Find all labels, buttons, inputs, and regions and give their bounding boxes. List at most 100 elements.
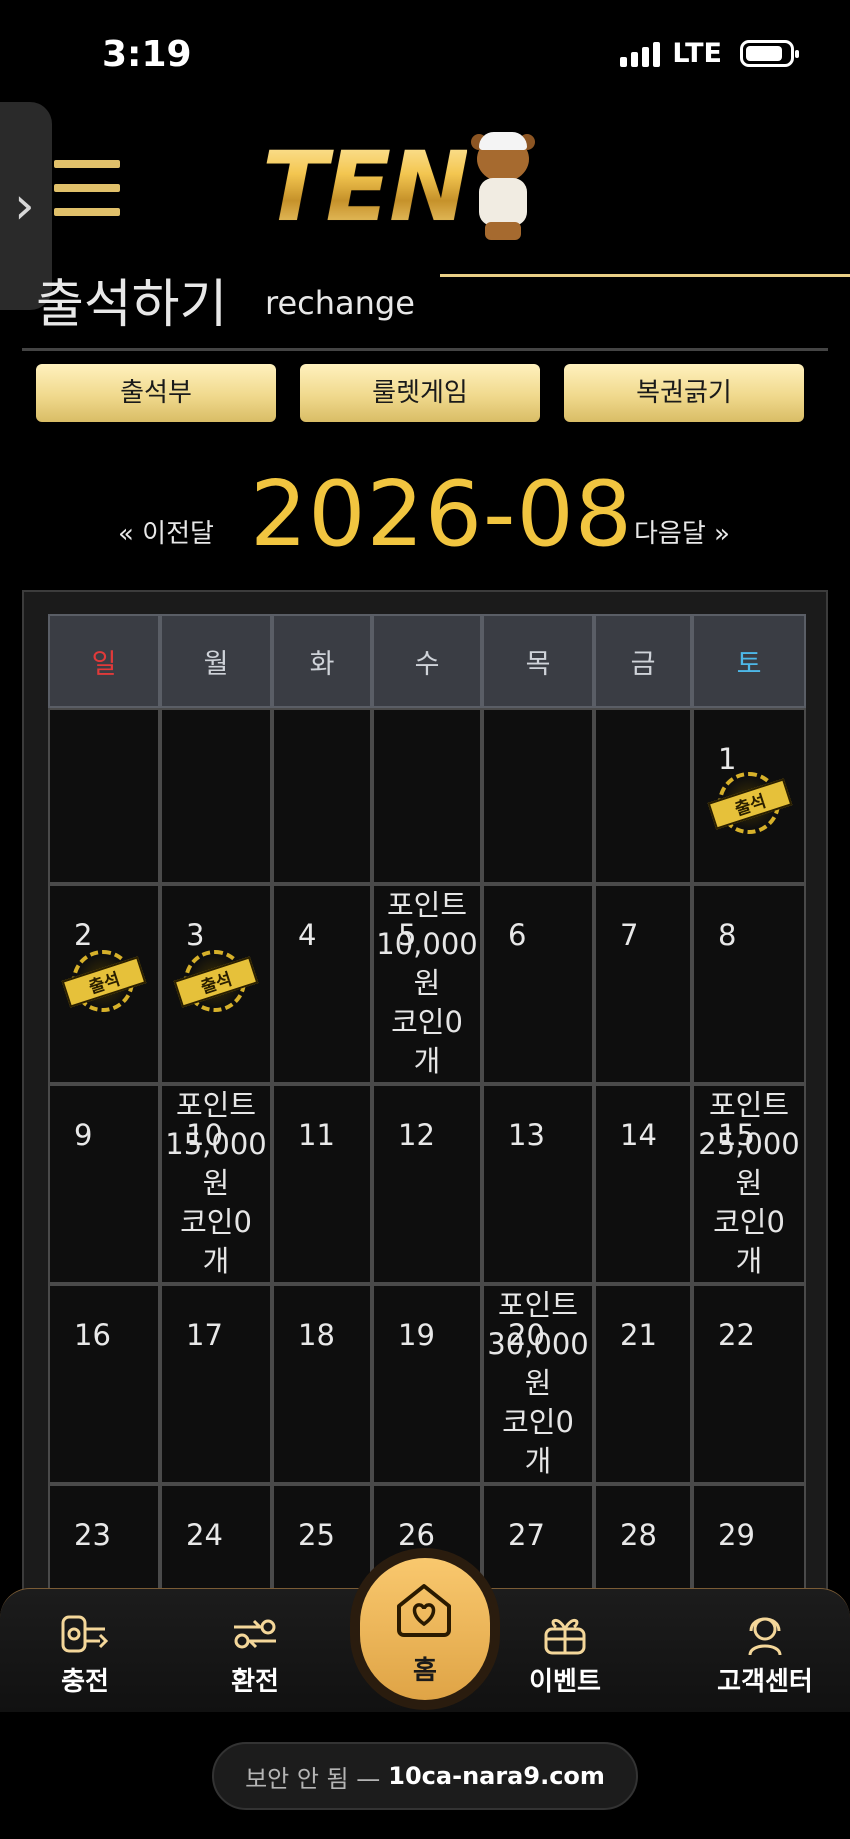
day-number: 1 — [718, 742, 737, 776]
day-number: 27 — [508, 1518, 545, 1552]
charge-icon — [61, 1615, 109, 1653]
day-number: 26 — [398, 1518, 435, 1552]
attendance-stamp-icon: 출석 — [173, 950, 259, 1016]
page-title: 출석하기 — [36, 275, 228, 335]
tab-scratch-lottery[interactable]: 복권긁기 — [564, 364, 804, 422]
day-number: 4 — [298, 918, 317, 952]
nav-home-button[interactable]: 홈 — [360, 1558, 490, 1700]
tab-attendance[interactable]: 출석부 — [36, 364, 276, 422]
calendar-day[interactable]: 11 — [272, 1084, 372, 1284]
calendar-day[interactable]: 19 — [372, 1284, 482, 1484]
calendar-day[interactable]: 22 — [692, 1284, 806, 1484]
current-month: 2026-08 — [250, 462, 634, 567]
attendance-stamp-icon: 출석 — [61, 950, 147, 1016]
calendar-day[interactable]: 20 포인트 30,000 원 코인0 개 — [482, 1284, 594, 1484]
insecure-label: 보안 안 됨 — — [245, 1764, 381, 1793]
day-number: 21 — [620, 1318, 657, 1352]
hamburger-icon-line — [54, 184, 120, 192]
day-number: 14 — [620, 1118, 657, 1152]
calendar-day[interactable]: 9 — [48, 1084, 160, 1284]
day-number: 3 — [186, 918, 205, 952]
reward-label: 포인트 25,000 원 코인0 개 — [698, 1088, 800, 1278]
day-number: 13 — [508, 1118, 545, 1152]
day-number: 11 — [298, 1118, 335, 1152]
weekday-sun: 일 — [48, 614, 160, 708]
nav-label: 고객센터 — [717, 1667, 813, 1697]
weekday-wed: 수 — [372, 614, 482, 708]
nav-label: 이벤트 — [529, 1667, 601, 1697]
calendar-day[interactable]: 7 — [594, 884, 692, 1084]
nav-charge[interactable]: 충전 — [10, 1589, 160, 1713]
bear-mascot-icon — [469, 132, 537, 242]
attendance-calendar: 일 월 화 수 목 금 토 1 출석 2 출석 3 출석 4 5 포인트 10,… — [22, 590, 828, 1690]
calendar-day[interactable]: 17 — [160, 1284, 272, 1484]
weekday-sat: 토 — [692, 614, 806, 708]
battery-icon — [740, 40, 799, 67]
calendar-cell-empty — [482, 708, 594, 884]
day-number: 7 — [620, 918, 639, 952]
browser-url-bar[interactable]: 보안 안 됨 — 10ca-nara9.com — [212, 1742, 638, 1810]
weekday-fri: 금 — [594, 614, 692, 708]
home-heart-icon — [397, 1584, 451, 1637]
calendar-day[interactable]: 18 — [272, 1284, 372, 1484]
calendar-day[interactable]: 1 출석 — [692, 708, 806, 884]
day-number: 8 — [718, 918, 737, 952]
day-number: 12 — [398, 1118, 435, 1152]
nav-exchange[interactable]: 환전 — [180, 1589, 330, 1713]
calendar-cell-empty — [48, 708, 160, 884]
support-agent-icon — [748, 1617, 782, 1656]
calendar-day[interactable]: 12 — [372, 1084, 482, 1284]
title-divider — [22, 348, 828, 351]
next-month-link[interactable]: 다음달 » — [634, 513, 730, 550]
day-number: 29 — [718, 1518, 755, 1552]
status-time: 3:19 — [102, 34, 192, 75]
nav-support[interactable]: 고객센터 — [690, 1589, 840, 1713]
day-number: 16 — [74, 1318, 111, 1352]
logo-text: TEN — [262, 131, 469, 243]
calendar-day[interactable]: 16 — [48, 1284, 160, 1484]
weekday-header-row: 일 월 화 수 목 금 토 — [48, 614, 806, 708]
calendar-day[interactable]: 21 — [594, 1284, 692, 1484]
day-number: 19 — [398, 1318, 435, 1352]
url-host: 10ca-nara9.com — [388, 1762, 605, 1790]
calendar-day[interactable]: 10 포인트 15,000 원 코인0 개 — [160, 1084, 272, 1284]
day-number: 28 — [620, 1518, 657, 1552]
exchange-icon — [234, 1619, 276, 1649]
calendar-day[interactable]: 14 — [594, 1084, 692, 1284]
calendar-day[interactable]: 2 출석 — [48, 884, 160, 1084]
nav-label: 환전 — [231, 1667, 279, 1697]
brand-logo[interactable]: TEN — [262, 124, 537, 250]
nav-label: 충전 — [61, 1667, 109, 1697]
calendar-day[interactable]: 4 — [272, 884, 372, 1084]
calendar-cell-empty — [272, 708, 372, 884]
status-indicators: LTE — [620, 38, 799, 69]
day-number: 23 — [74, 1518, 111, 1552]
menu-button[interactable] — [54, 160, 120, 216]
network-label: LTE — [672, 38, 722, 69]
reward-label: 포인트 10,000 원 코인0 개 — [376, 888, 478, 1078]
hamburger-icon-line — [54, 160, 120, 168]
nav-event[interactable]: 이벤트 — [490, 1589, 640, 1713]
tab-roulette[interactable]: 룰렛게임 — [300, 364, 540, 422]
day-number: 6 — [508, 918, 527, 952]
day-number: 17 — [186, 1318, 223, 1352]
calendar-day[interactable]: 13 — [482, 1084, 594, 1284]
page-subtitle: rechange — [265, 284, 415, 322]
chevron-right-icon: › — [14, 176, 35, 236]
calendar-day[interactable]: 8 — [692, 884, 806, 1084]
calendar-cell-empty — [160, 708, 272, 884]
calendar-week: 2 출석 3 출석 4 5 포인트 10,000 원 코인0 개 6 7 8 — [48, 884, 806, 1084]
calendar-week: 9 10 포인트 15,000 원 코인0 개 11 12 13 14 15 포… — [48, 1084, 806, 1284]
calendar-week: 16 17 18 19 20 포인트 30,000 원 코인0 개 21 22 — [48, 1284, 806, 1484]
calendar-cell-empty — [594, 708, 692, 884]
prev-month-link[interactable]: « 이전달 — [118, 513, 214, 550]
day-number: 18 — [298, 1318, 335, 1352]
calendar-cell-empty — [372, 708, 482, 884]
attendance-stamp-icon: 출석 — [707, 772, 793, 838]
weekday-thu: 목 — [482, 614, 594, 708]
gift-icon — [544, 1619, 586, 1655]
calendar-day[interactable]: 6 — [482, 884, 594, 1084]
calendar-day[interactable]: 15 포인트 25,000 원 코인0 개 — [692, 1084, 806, 1284]
calendar-day[interactable]: 5 포인트 10,000 원 코인0 개 — [372, 884, 482, 1084]
calendar-day[interactable]: 3 출석 — [160, 884, 272, 1084]
